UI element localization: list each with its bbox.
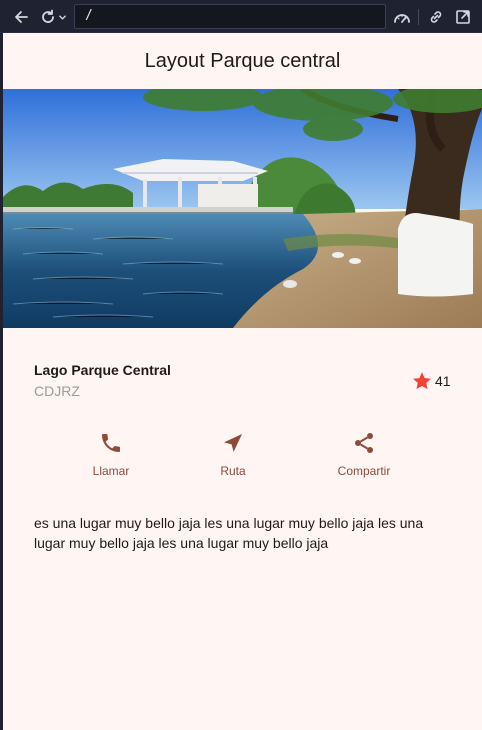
place-name: Lago Parque Central <box>34 362 171 378</box>
reload-icon[interactable] <box>36 6 70 28</box>
rating: 41 <box>411 370 451 392</box>
browser-toolbar: / <box>0 0 482 33</box>
action-buttons: Llamar Ruta Compartir <box>3 431 482 487</box>
phone-icon <box>99 431 123 455</box>
rating-count: 41 <box>435 373 451 389</box>
share-button[interactable]: Compartir <box>319 431 409 478</box>
call-label: Llamar <box>92 464 130 478</box>
toolbar-divider <box>418 9 419 25</box>
call-button[interactable]: Llamar <box>66 431 156 478</box>
route-button[interactable]: Ruta <box>188 431 278 478</box>
arrow-left-icon[interactable] <box>8 6 34 28</box>
gauge-icon[interactable] <box>389 6 415 28</box>
place-description: es una lugar muy bello jaja les una luga… <box>34 515 424 551</box>
chevron-down-icon[interactable] <box>58 13 67 22</box>
page-title: Layout Parque central <box>144 49 341 72</box>
share-icon <box>352 431 376 455</box>
star-icon <box>411 370 433 392</box>
route-label: Ruta <box>220 464 246 478</box>
place-subtitle: CDJRZ <box>34 383 80 399</box>
navigation-icon <box>221 431 245 455</box>
link-icon[interactable] <box>425 6 447 28</box>
share-label: Compartir <box>337 464 391 478</box>
url-input[interactable]: / <box>74 4 386 29</box>
app-screen: Layout Parque central Lago Parque Centra… <box>3 33 482 730</box>
park-lake-photo <box>3 89 482 328</box>
external-link-icon[interactable] <box>451 6 475 28</box>
